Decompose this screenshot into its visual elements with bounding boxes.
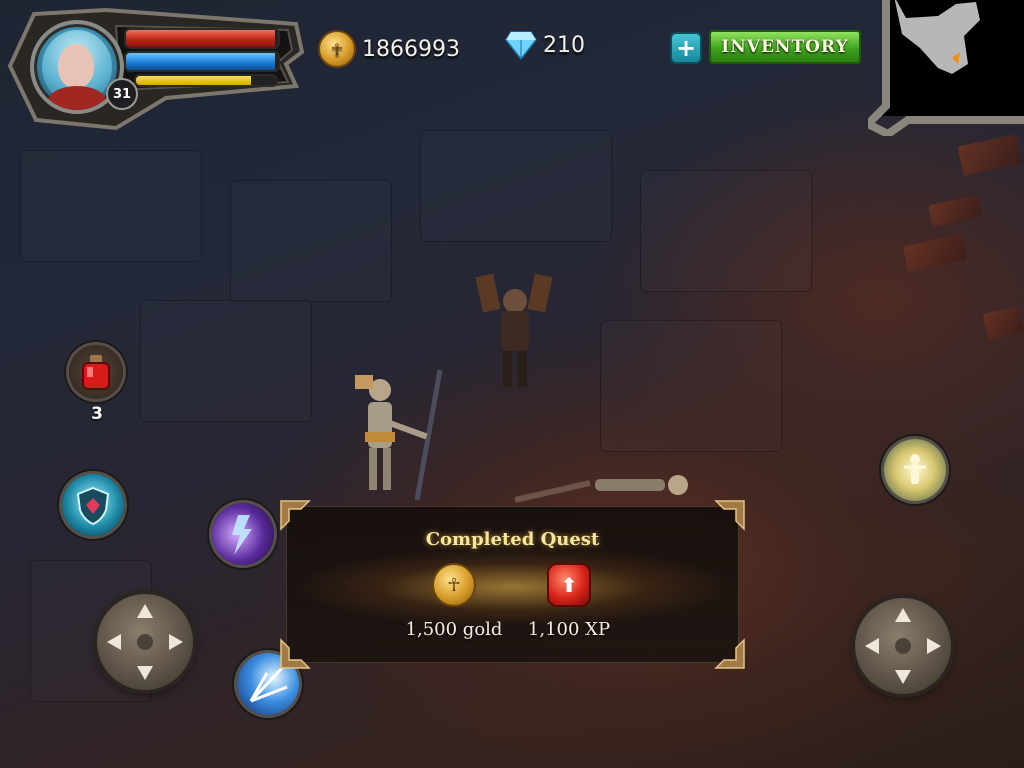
skeleton-enemy — [355, 369, 443, 501]
gem-counter: 210 — [505, 30, 585, 60]
lightning-icon — [232, 515, 252, 555]
floor-tile — [600, 320, 782, 452]
potion-count: 3 — [91, 404, 103, 424]
rock — [957, 134, 1023, 176]
shield-icon — [76, 486, 110, 526]
gold-amount: 1866993 — [362, 36, 460, 62]
skill-lightning-button[interactable] — [212, 503, 274, 565]
corner-ornament — [280, 638, 311, 669]
left-movement-pad[interactable] — [97, 594, 193, 690]
floor-tile — [640, 170, 812, 292]
experience-bar-fill — [136, 76, 251, 85]
corner-ornament — [714, 500, 745, 531]
corner-ornament — [714, 638, 745, 669]
rock — [928, 195, 982, 227]
health-bar — [124, 28, 280, 49]
skill-shield-button[interactable] — [62, 474, 124, 536]
diamond-icon — [505, 31, 537, 60]
four-arrow-icon — [107, 604, 183, 680]
health-bar-fill — [126, 30, 275, 47]
xp-reward-label: 1,100 XP — [527, 619, 611, 640]
inventory-button[interactable]: INVENTORY — [709, 30, 861, 64]
gem-amount: 210 — [543, 32, 585, 58]
rock — [982, 306, 1024, 340]
corner-ornament — [280, 500, 311, 531]
quest-popup-title: Completed Quest — [425, 529, 600, 550]
player-status-frame: 31 — [6, 6, 306, 132]
portrait-face — [58, 44, 94, 88]
portrait-collar — [48, 86, 106, 110]
level-up-arrow-icon: ⬆ — [547, 563, 591, 607]
minimap[interactable] — [868, 0, 1024, 136]
quest-completed-popup[interactable]: Completed Quest ☥ 1,500 gold ⬆ 1,100 XP — [280, 500, 745, 669]
gold-coin-icon: ☥ — [432, 563, 476, 607]
hero-character — [475, 273, 553, 387]
glowing-figure-icon — [904, 454, 926, 484]
gold-coin-icon: ☥ — [318, 30, 356, 68]
four-arrow-icon — [865, 608, 941, 684]
mana-bar-fill — [126, 53, 275, 70]
floor-tile — [140, 300, 312, 422]
player-level-badge: 31 — [106, 78, 138, 110]
xp-reward: ⬆ 1,100 XP — [499, 563, 639, 640]
floor-tile — [230, 180, 392, 302]
mana-bar — [124, 51, 280, 72]
minimap-frame — [868, 0, 1024, 136]
gold-counter: ☥ 1866993 — [318, 30, 460, 68]
red-potion-icon — [82, 355, 110, 390]
floor-tile — [420, 130, 612, 242]
health-potion-button[interactable] — [69, 345, 123, 399]
floor-tile — [20, 150, 202, 262]
experience-bar — [134, 74, 278, 87]
add-currency-button[interactable]: + — [670, 32, 702, 64]
right-movement-pad[interactable] — [855, 598, 951, 694]
skill-ascend-button[interactable] — [884, 439, 946, 501]
rock — [902, 234, 968, 272]
